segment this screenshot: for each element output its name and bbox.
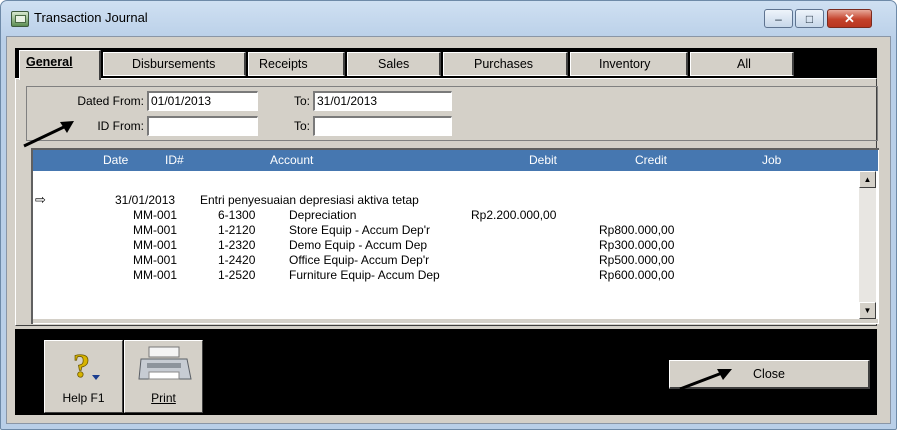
tab-all-label: All: [737, 57, 751, 71]
tab-purchases-label: Purchases: [474, 57, 534, 71]
scroll-up-button[interactable]: ▲: [859, 171, 876, 188]
vertical-scrollbar[interactable]: ▲ ▼: [859, 171, 876, 319]
row-account-number: 1-2420: [218, 253, 256, 267]
tab-general-label: General: [26, 55, 73, 69]
app-icon: [11, 11, 29, 27]
tab-disbursements-label: Disbursements: [132, 57, 216, 71]
grid-bottom-edge: [33, 319, 878, 323]
row-account-name: Demo Equip - Accum Dep: [289, 238, 428, 252]
entry-memo[interactable]: Entri penyesuaian depresiasi aktiva teta…: [200, 193, 419, 207]
row-id: MM-001: [133, 238, 178, 252]
print-button[interactable]: Print: [124, 340, 203, 413]
tab-inventory-label: Inventory: [599, 57, 651, 71]
help-label: Help F1: [62, 391, 105, 405]
row-debit: Rp2.200.000,00: [471, 208, 557, 222]
close-window-button[interactable]: ✕: [827, 9, 872, 28]
col-id[interactable]: ID#: [165, 153, 184, 167]
help-button[interactable]: ? Help F1: [44, 340, 123, 413]
row-account-name: Store Equip - Accum Dep'r: [289, 223, 431, 237]
title-bar[interactable]: Transaction Journal – □ ✕: [1, 1, 896, 37]
col-credit[interactable]: Credit: [635, 153, 667, 167]
print-label: Print: [151, 391, 176, 405]
dated-from-label: Dated From:: [77, 94, 144, 108]
col-debit[interactable]: Debit: [529, 153, 557, 167]
tab-all[interactable]: All: [690, 52, 794, 76]
col-job[interactable]: Job: [762, 153, 781, 167]
tab-receipts[interactable]: Receipts: [248, 52, 345, 76]
row-credit: Rp300.000,00: [599, 238, 675, 252]
minimize-button[interactable]: –: [764, 9, 793, 28]
question-mark-icon: ?: [73, 348, 100, 385]
tab-sales-label: Sales: [378, 57, 410, 71]
row-id: MM-001: [133, 268, 178, 282]
entry-date[interactable]: 31/01/2013: [115, 193, 175, 207]
tab-inventory[interactable]: Inventory: [570, 52, 688, 76]
tab-sales[interactable]: Sales: [347, 52, 441, 76]
row-account-name: Office Equip- Accum Dep'r: [289, 253, 430, 267]
scroll-down-button[interactable]: ▼: [859, 302, 876, 319]
pointer-arrow-icon: [679, 369, 732, 391]
dated-to-label: To:: [293, 94, 310, 108]
row-account-number: 6-1300: [218, 208, 256, 222]
row-id: MM-001: [133, 223, 178, 237]
window-title: Transaction Journal: [34, 10, 148, 25]
id-to-input[interactable]: [313, 116, 452, 136]
dated-to-input[interactable]: 31/01/2013: [313, 91, 452, 111]
row-id: MM-001: [133, 208, 178, 222]
tab-disbursements[interactable]: Disbursements: [103, 52, 246, 76]
grid-header: Date ID# Account Debit Credit Job: [33, 150, 878, 171]
row-credit: Rp500.000,00: [599, 253, 675, 267]
row-pointer-icon: ⇨: [35, 192, 46, 207]
dated-from-input[interactable]: 01/01/2013: [147, 91, 258, 111]
pointer-arrow-icon: [23, 121, 74, 148]
tab-receipts-label: Receipts: [259, 57, 308, 71]
row-id: MM-001: [133, 253, 178, 267]
col-date[interactable]: Date: [103, 153, 128, 167]
row-account-number: 1-2520: [218, 268, 256, 282]
grid-body: ⇨ 31/01/2013 Entri penyesuaian depresias…: [33, 171, 859, 319]
row-account-name: Depreciation: [289, 208, 357, 222]
svg-text:?: ?: [73, 348, 90, 385]
row-account-number: 1-2320: [218, 238, 256, 252]
row-account-number: 1-2120: [218, 223, 256, 237]
row-credit: Rp600.000,00: [599, 268, 675, 282]
tab-purchases[interactable]: Purchases: [443, 52, 568, 76]
row-account-name: Furniture Equip- Accum Dep: [289, 268, 440, 282]
id-from-input[interactable]: [147, 116, 258, 136]
id-to-label: To:: [293, 119, 310, 133]
row-credit: Rp800.000,00: [599, 223, 675, 237]
maximize-button[interactable]: □: [795, 9, 824, 28]
tab-general[interactable]: General: [19, 50, 101, 80]
col-account[interactable]: Account: [270, 153, 313, 167]
printer-icon: [138, 346, 192, 380]
